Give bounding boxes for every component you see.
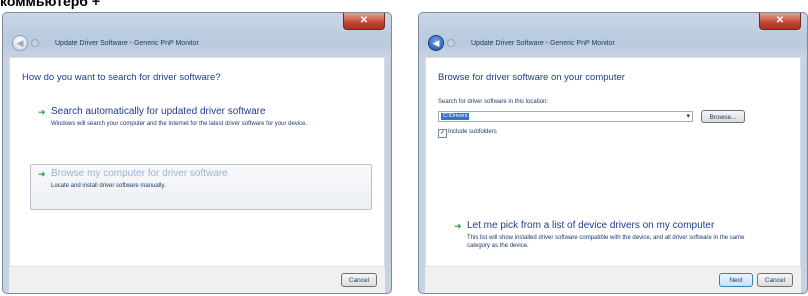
green-arrow-icon: ➜ — [38, 107, 46, 117]
search-automatically-option[interactable]: ➜ Search automatically for updated drive… — [30, 102, 372, 144]
forward-button[interactable] — [31, 39, 39, 47]
page-heading: How do you want to search for driver sof… — [22, 72, 221, 83]
option-title: Search automatically for updated driver … — [51, 106, 266, 117]
pick-from-list-option[interactable]: ➜ Let me pick from a list of device driv… — [446, 216, 788, 262]
cancel-button[interactable]: Cancel — [341, 273, 377, 287]
wizard-footer: Next Cancel — [425, 266, 801, 293]
close-button[interactable]: ✕ — [759, 13, 801, 30]
option-title: Let me pick from a list of device driver… — [467, 220, 715, 231]
wizard-footer: Cancel — [9, 266, 385, 293]
option-title: Browse my computer for driver software — [51, 168, 228, 179]
close-icon: ✕ — [359, 15, 369, 26]
back-button[interactable]: ◀ — [12, 35, 28, 51]
option-description: Locate and install driver software manua… — [51, 183, 166, 189]
title-bar: ◀ Update Driver Software - Generic PnP M… — [3, 13, 391, 57]
location-value: C:\Drivers — [441, 113, 470, 120]
browse-button[interactable]: Browse... — [701, 110, 745, 123]
browse-computer-option[interactable]: ➜ Browse my computer for driver software… — [30, 164, 372, 210]
close-button[interactable]: ✕ — [343, 13, 385, 30]
update-driver-window-left: ◀ Update Driver Software - Generic PnP M… — [2, 12, 392, 294]
wizard-content: Browse for driver software on your compu… — [425, 57, 801, 267]
title-bar: ◀ Update Driver Software - Generic PnP M… — [419, 13, 807, 57]
wizard-content: How do you want to search for driver sof… — [9, 57, 385, 267]
forward-button[interactable] — [447, 39, 455, 47]
green-arrow-icon: ➜ — [38, 169, 46, 179]
include-subfolders-checkbox[interactable]: ✓ — [438, 129, 447, 138]
option-description: This list will show installed driver sof… — [467, 235, 745, 249]
window-title: Update Driver Software - Generic PnP Mon… — [471, 40, 615, 47]
next-button[interactable]: Next — [719, 273, 753, 287]
chevron-down-icon[interactable]: ▾ — [686, 112, 690, 120]
green-arrow-icon: ➜ — [454, 221, 462, 231]
location-combobox[interactable]: C:\Drivers ▾ — [438, 111, 693, 122]
back-button[interactable]: ◀ — [428, 35, 444, 51]
page-heading: Browse for driver software on your compu… — [438, 72, 625, 83]
search-location-label: Search for driver software in this locat… — [438, 99, 549, 105]
cancel-button[interactable]: Cancel — [757, 273, 793, 287]
include-subfolders-label: Include subfolders — [448, 129, 497, 135]
top-caption: коммьютерб + — [0, 0, 101, 9]
close-icon: ✕ — [775, 15, 785, 26]
option-description: Windows will search your computer and th… — [51, 121, 308, 127]
window-title: Update Driver Software - Generic PnP Mon… — [55, 40, 199, 47]
update-driver-window-right: ◀ Update Driver Software - Generic PnP M… — [418, 12, 808, 294]
